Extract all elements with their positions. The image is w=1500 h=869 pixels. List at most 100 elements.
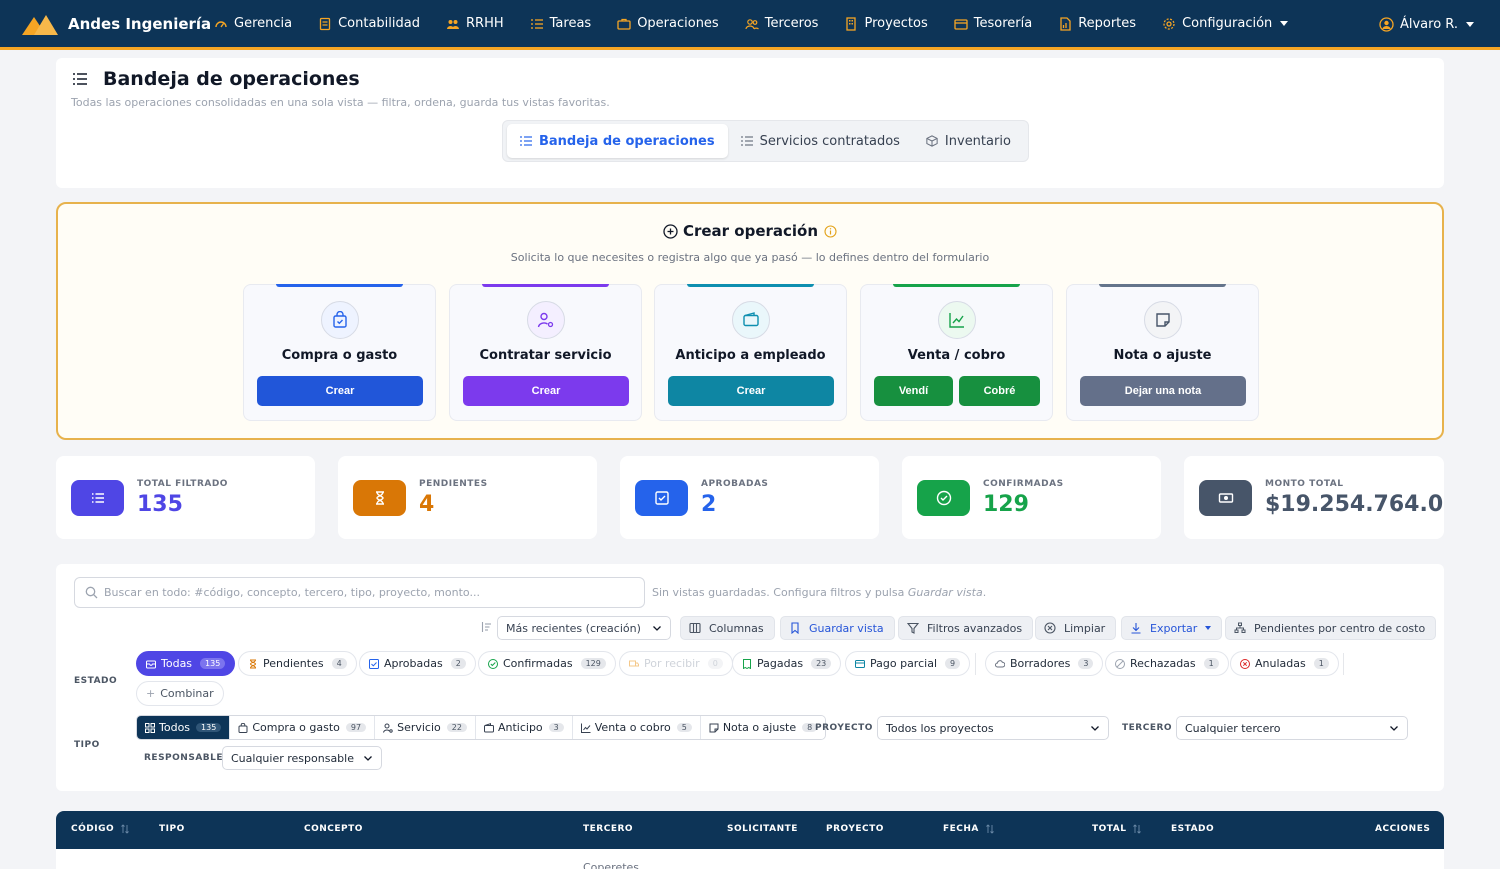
estado-chip-por-recibir[interactable]: Por recibir 0 bbox=[619, 651, 733, 676]
stat-icon-box bbox=[917, 480, 970, 516]
stat-aprobadas: APROBADAS 2 bbox=[620, 456, 879, 539]
sticky-note-icon bbox=[709, 723, 719, 732]
card-accent bbox=[482, 284, 609, 287]
icon-circle bbox=[938, 301, 976, 339]
chip-label: Pagadas bbox=[757, 657, 804, 670]
exportar-button[interactable]: Exportar bbox=[1121, 616, 1223, 640]
plus-icon: + bbox=[146, 687, 156, 700]
estado-chip-pendientes[interactable]: Pendientes 4 bbox=[238, 651, 357, 676]
seg-label: Compra o gasto bbox=[252, 721, 340, 734]
nav-item-tareas[interactable]: Tareas bbox=[530, 16, 591, 31]
list-icon bbox=[530, 18, 543, 29]
combinar-chip[interactable]: + Combinar bbox=[136, 681, 224, 706]
tab-bandeja[interactable]: Bandeja de operaciones bbox=[507, 124, 728, 158]
icon-circle bbox=[321, 301, 359, 339]
user-gear-icon bbox=[383, 723, 393, 733]
tab-label: Servicios contratados bbox=[759, 133, 900, 149]
limpiar-button[interactable]: Limpiar bbox=[1035, 616, 1117, 640]
responsable-select[interactable]: Cualquier responsable bbox=[222, 746, 382, 770]
estado-chip-rechazadas[interactable]: Rechazadas 1 bbox=[1105, 651, 1229, 676]
col-solicitante: SOLICITANTE bbox=[727, 824, 798, 834]
estado-chip-pago-parcial[interactable]: Pago parcial 9 bbox=[845, 651, 971, 676]
seg-count: 5 bbox=[676, 723, 692, 732]
stat-total-filtrado: TOTAL FILTRADO 135 bbox=[56, 456, 315, 539]
stat-label: TOTAL FILTRADO bbox=[137, 479, 228, 489]
tab-label: Inventario bbox=[944, 133, 1011, 149]
col-total[interactable]: TOTAL bbox=[1092, 824, 1142, 834]
crear-compra-button[interactable]: Crear bbox=[257, 376, 423, 406]
estado-chip-pagadas[interactable]: Pagadas 23 bbox=[732, 651, 842, 676]
card-accent bbox=[1099, 284, 1226, 287]
tipo-venta[interactable]: Venta o cobro 5 bbox=[572, 716, 701, 739]
tool-label: Pendientes por centro de costo bbox=[1254, 621, 1426, 635]
op-label: Compra o gasto bbox=[281, 348, 398, 363]
card-icon bbox=[855, 659, 865, 668]
chip-label: Combinar bbox=[160, 687, 214, 700]
crear-anticipo-button[interactable]: Crear bbox=[668, 376, 834, 406]
estado-chip-confirmadas[interactable]: Confirmadas 129 bbox=[478, 651, 616, 676]
tipo-nota[interactable]: Nota o ajuste 8 bbox=[700, 716, 826, 739]
chip-label: Pago parcial bbox=[870, 657, 937, 670]
seg-count: 22 bbox=[446, 723, 467, 732]
dejar-nota-button[interactable]: Dejar una nota bbox=[1080, 376, 1246, 406]
search-box bbox=[74, 577, 645, 608]
nav-item-terceros[interactable]: Terceros bbox=[745, 16, 818, 31]
sort-select[interactable]: Más recientes (creación) bbox=[497, 616, 671, 640]
sort-arrows-icon bbox=[121, 824, 129, 834]
users-icon bbox=[745, 18, 759, 30]
col-codigo[interactable]: CÓDIGO bbox=[71, 824, 130, 834]
chip-count: 3 bbox=[1078, 658, 1094, 669]
estado-chip-anuladas[interactable]: Anuladas 1 bbox=[1230, 651, 1339, 676]
guardar-vista-button[interactable]: Guardar vista bbox=[780, 616, 895, 640]
proyecto-select[interactable]: Todos los proyectos bbox=[877, 716, 1109, 740]
nav-item-rrhh[interactable]: RRHH bbox=[446, 16, 504, 31]
vendi-button[interactable]: Vendí bbox=[874, 376, 953, 406]
estado-chip-aprobadas[interactable]: Aprobadas 2 bbox=[359, 651, 476, 676]
proyecto-value: Todos los proyectos bbox=[886, 721, 994, 735]
tipo-todos[interactable]: Todos 135 bbox=[137, 716, 231, 739]
chip-label: Borradores bbox=[1010, 657, 1071, 670]
nav-item-tesoreria[interactable]: Tesorería bbox=[954, 16, 1032, 31]
user-menu[interactable]: Álvaro R. bbox=[1379, 17, 1474, 32]
shopping-bag-icon bbox=[333, 311, 347, 328]
estado-chip-todas[interactable]: Todas 135 bbox=[136, 651, 236, 676]
chevron-down-icon bbox=[364, 756, 372, 761]
icon-circle bbox=[1144, 301, 1182, 339]
estado-chip-borradores[interactable]: Borradores 3 bbox=[985, 651, 1104, 676]
tab-inventario[interactable]: Inventario bbox=[913, 124, 1024, 158]
tab-servicios[interactable]: Servicios contratados bbox=[728, 124, 913, 158]
brand-name: Andes Ingeniería bbox=[68, 14, 212, 33]
nav-item-reportes[interactable]: Reportes bbox=[1058, 16, 1136, 31]
cobre-button[interactable]: Cobré bbox=[959, 376, 1040, 406]
tipo-compra[interactable]: Compra o gasto 97 bbox=[230, 716, 376, 739]
checkbox-icon bbox=[654, 491, 669, 505]
chevron-down-icon bbox=[1091, 726, 1099, 731]
bookmark-icon bbox=[791, 622, 799, 634]
stat-pendientes: PENDIENTES 4 bbox=[338, 456, 597, 539]
tipo-anticipo[interactable]: Anticipo 3 bbox=[475, 716, 573, 739]
info-icon[interactable] bbox=[824, 224, 837, 238]
tipo-servicio[interactable]: Servicio 22 bbox=[375, 716, 476, 739]
tool-label: Limpiar bbox=[1064, 621, 1106, 635]
nav-item-proyectos[interactable]: Proyectos bbox=[844, 16, 928, 31]
stat-monto-total: MONTO TOTAL $19.254.764.000 bbox=[1184, 456, 1444, 539]
crear-servicio-button[interactable]: Crear bbox=[463, 376, 629, 406]
columnas-button[interactable]: Columnas bbox=[680, 616, 775, 640]
col-label: PROYECTO bbox=[826, 824, 884, 834]
nav-item-operaciones[interactable]: Operaciones bbox=[617, 16, 719, 31]
create-title-text: Crear operación bbox=[682, 222, 819, 240]
building-icon bbox=[846, 16, 857, 31]
filtros-avanzados-button[interactable]: Filtros avanzados bbox=[898, 616, 1034, 640]
nav-item-gerencia[interactable]: Gerencia bbox=[214, 16, 292, 31]
chip-count: 135 bbox=[200, 658, 226, 669]
brand[interactable]: Andes Ingeniería bbox=[0, 13, 214, 35]
nav-item-contabilidad[interactable]: Contabilidad bbox=[318, 16, 420, 31]
sort-arrows-icon bbox=[1133, 824, 1142, 834]
nav-item-configuracion[interactable]: Configuración bbox=[1162, 16, 1289, 31]
tercero-select[interactable]: Cualquier tercero bbox=[1176, 716, 1408, 740]
col-fecha[interactable]: FECHA bbox=[943, 824, 995, 834]
inbox-icon bbox=[146, 660, 156, 668]
search-input[interactable] bbox=[104, 586, 624, 599]
hourglass-icon bbox=[249, 659, 257, 668]
pendientes-centro-costo-button[interactable]: Pendientes por centro de costo bbox=[1225, 616, 1437, 640]
